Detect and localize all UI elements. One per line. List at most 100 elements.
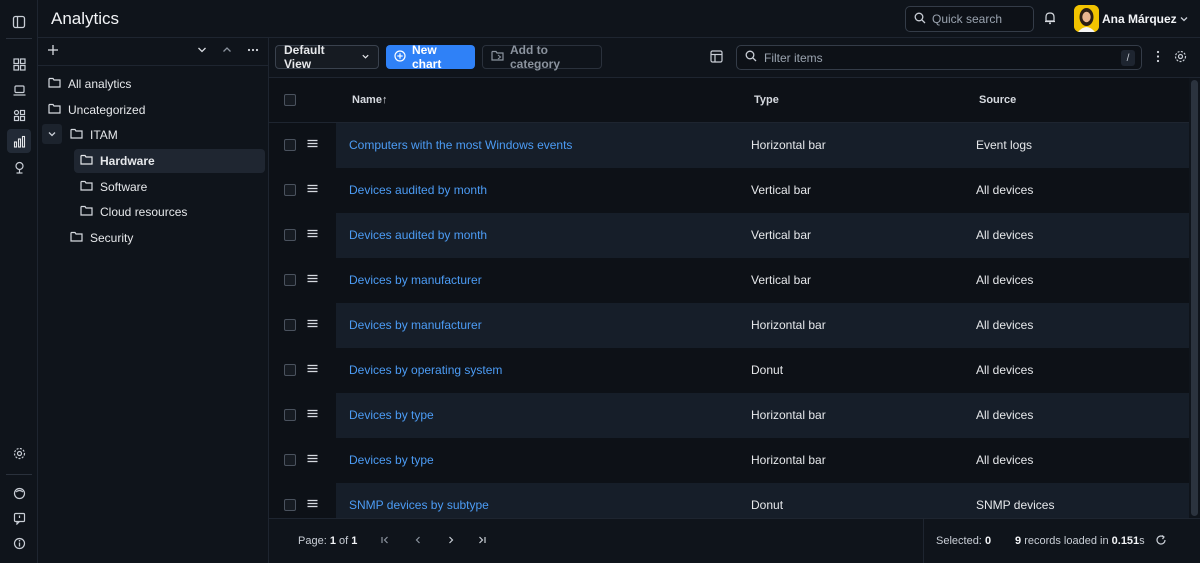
tree-item-uncategorized[interactable]: Uncategorized [42, 98, 263, 122]
row-checkbox[interactable] [284, 319, 296, 331]
apps-icon[interactable] [7, 103, 31, 127]
add-to-category-button[interactable]: Add to category [482, 43, 602, 71]
table-footer: Page: 1 of 1 Selected: 0 9 records loade… [269, 518, 1200, 563]
folder-icon [70, 231, 83, 245]
view-selector[interactable]: Default View [275, 43, 379, 71]
tree-item-cloud-resources[interactable]: Cloud resources [74, 200, 265, 224]
first-page-icon[interactable] [380, 534, 390, 548]
chart-name-link[interactable]: Devices by manufacturer [349, 273, 482, 287]
column-header-source[interactable]: Source [979, 94, 1016, 106]
laptop-icon[interactable] [7, 78, 31, 102]
drag-handle-icon[interactable] [307, 498, 318, 512]
tree-item-all-analytics[interactable]: All analytics [42, 72, 263, 96]
tree-item-software[interactable]: Software [74, 175, 265, 199]
tree-item-security[interactable]: Security [64, 226, 263, 250]
table-row[interactable]: Devices by type Horizontal bar All devices [269, 393, 1189, 438]
chart-name-link[interactable]: Devices by type [349, 408, 434, 422]
column-header-name[interactable]: Name↑ [352, 94, 387, 106]
refresh-icon[interactable] [1155, 534, 1167, 549]
avatar[interactable] [1074, 5, 1099, 32]
dashboard-icon[interactable] [7, 52, 31, 76]
chart-name-link[interactable]: Devices audited by month [349, 228, 487, 242]
previous-page-icon[interactable] [413, 534, 423, 548]
table-row[interactable]: Devices by manufacturer Vertical bar All d… [269, 258, 1189, 303]
collapse-all-icon[interactable] [221, 44, 233, 59]
table-row[interactable]: Devices by manufacturer Horizontal bar All… [269, 303, 1189, 348]
drag-handle-icon[interactable] [307, 183, 318, 197]
chart-name-link[interactable]: Devices by type [349, 453, 434, 467]
quick-search-input[interactable]: Quick search [905, 6, 1034, 32]
category-sidebar: All analytics Uncategorized ITAM Hardwar… [38, 38, 269, 563]
table-row[interactable]: Devices audited by month Vertical bar All … [269, 213, 1189, 258]
row-checkbox[interactable] [284, 364, 296, 376]
row-checkbox[interactable] [284, 454, 296, 466]
select-all-checkbox[interactable] [284, 94, 296, 106]
new-chart-label: New chart [412, 43, 442, 71]
row-checkbox[interactable] [284, 409, 296, 421]
notification-bell-icon[interactable] [1044, 11, 1056, 28]
chart-type-cell: Horizontal bar [751, 318, 826, 332]
sidebar-toggle-icon[interactable] [7, 10, 31, 34]
last-page-icon[interactable] [477, 534, 487, 548]
feedback-icon[interactable] [7, 506, 31, 530]
row-checkbox[interactable] [284, 229, 296, 241]
gear-icon[interactable] [1174, 50, 1187, 66]
new-chart-button[interactable]: New chart [386, 43, 475, 71]
row-checkbox[interactable] [284, 499, 296, 511]
tree-item-label: All analytics [68, 77, 132, 91]
row-checkbox[interactable] [284, 274, 296, 286]
drag-handle-icon[interactable] [307, 453, 318, 467]
column-header-name-label: Name [352, 94, 382, 106]
tree-item-hardware[interactable]: Hardware [74, 149, 265, 173]
rail-divider [6, 38, 32, 39]
table-row[interactable]: Devices by operating system Donut All devi… [269, 348, 1189, 393]
tree-item-label: Uncategorized [68, 103, 146, 117]
help-globe-icon[interactable] [7, 481, 31, 505]
chevron-down-icon[interactable] [42, 124, 62, 144]
analytics-icon[interactable] [7, 129, 31, 153]
keyboard-shortcut-badge: / [1121, 50, 1135, 66]
add-to-category-label: Add to category [510, 43, 561, 71]
vertical-scrollbar[interactable] [1189, 78, 1200, 518]
row-checkbox[interactable] [284, 139, 296, 151]
chart-name-link[interactable]: SNMP devices by subtype [349, 498, 489, 512]
page-indicator: Page: 1 of 1 [298, 535, 357, 547]
chart-name-link[interactable]: Computers with the most Windows events [349, 138, 572, 152]
table-row[interactable]: Devices by type Horizontal bar All devices [269, 438, 1189, 483]
user-name[interactable]: Ana Márquez [1102, 12, 1177, 26]
drag-handle-icon[interactable] [307, 138, 318, 152]
chart-name-link[interactable]: Devices by manufacturer [349, 318, 482, 332]
info-icon[interactable] [7, 531, 31, 555]
vertical-more-icon[interactable] [1152, 50, 1164, 66]
row-content: Devices by manufacturer Horizontal bar All… [336, 303, 1189, 348]
page-total: 1 [351, 535, 358, 547]
expand-all-icon[interactable] [196, 44, 208, 59]
search-icon [914, 12, 926, 27]
chart-name-link[interactable]: Devices audited by month [349, 183, 487, 197]
column-settings-icon[interactable] [710, 50, 723, 66]
settings-icon[interactable] [7, 441, 31, 465]
tree-item-label: Hardware [100, 154, 155, 168]
row-content: Devices by type Horizontal bar All devices [336, 438, 1189, 483]
table-row[interactable]: Devices audited by month Vertical bar All … [269, 168, 1189, 213]
more-options-icon[interactable] [247, 44, 259, 59]
drag-handle-icon[interactable] [307, 408, 318, 422]
drag-handle-icon[interactable] [307, 363, 318, 377]
add-category-icon[interactable] [47, 44, 59, 59]
drag-handle-icon[interactable] [307, 273, 318, 287]
drag-handle-icon[interactable] [307, 228, 318, 242]
page-of: of [339, 535, 349, 547]
tree-item-itam[interactable]: ITAM [64, 123, 263, 147]
load-unit: s [1139, 535, 1145, 547]
column-header-type[interactable]: Type [754, 94, 779, 106]
filter-items-input[interactable]: Filter items / [736, 45, 1142, 70]
chevron-down-icon[interactable] [1179, 13, 1189, 27]
scrollbar-thumb[interactable] [1191, 80, 1198, 516]
table-row[interactable]: SNMP devices by subtype Donut SNMP devices [269, 483, 1189, 518]
row-checkbox[interactable] [284, 184, 296, 196]
chart-name-link[interactable]: Devices by operating system [349, 363, 502, 377]
drag-handle-icon[interactable] [307, 318, 318, 332]
table-row[interactable]: Computers with the most Windows events Ho… [269, 123, 1189, 168]
network-icon[interactable] [7, 155, 31, 179]
next-page-icon[interactable] [446, 534, 456, 548]
